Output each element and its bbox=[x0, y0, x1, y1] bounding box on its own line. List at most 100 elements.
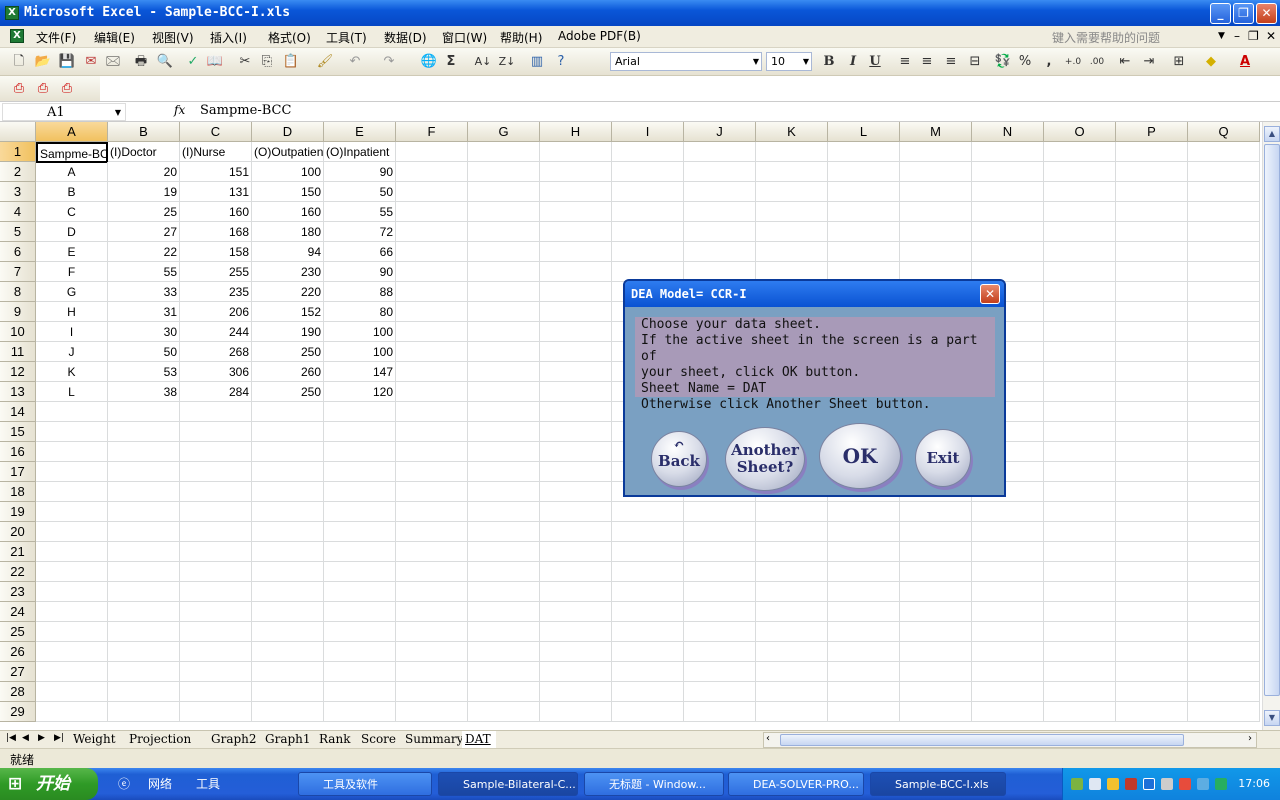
tray-volume-icon[interactable] bbox=[1161, 778, 1173, 790]
cell[interactable] bbox=[180, 642, 252, 662]
cell[interactable]: 100 bbox=[324, 342, 396, 362]
cell[interactable]: E bbox=[36, 242, 108, 262]
menu-tools[interactable]: 工具(T) bbox=[326, 29, 367, 46]
decrease-decimal-icon[interactable]: .00 bbox=[1088, 53, 1106, 71]
convert-pdf-icon[interactable]: ⎙ bbox=[10, 80, 28, 98]
row-header[interactable]: 19 bbox=[0, 502, 36, 522]
cell[interactable] bbox=[108, 522, 180, 542]
copy-icon[interactable]: ⎘ bbox=[258, 53, 276, 71]
cell[interactable] bbox=[828, 162, 900, 182]
cell[interactable]: 90 bbox=[324, 162, 396, 182]
cell[interactable] bbox=[1044, 182, 1116, 202]
cell[interactable] bbox=[684, 682, 756, 702]
cell[interactable]: 306 bbox=[180, 362, 252, 382]
cell[interactable] bbox=[972, 182, 1044, 202]
cell[interactable] bbox=[828, 642, 900, 662]
cell[interactable] bbox=[972, 582, 1044, 602]
cell[interactable] bbox=[756, 242, 828, 262]
cell[interactable] bbox=[1116, 502, 1188, 522]
column-header[interactable]: H bbox=[540, 122, 612, 142]
tray-update-icon[interactable] bbox=[1215, 778, 1227, 790]
sheet-tab-projection[interactable]: Projection bbox=[126, 731, 208, 748]
cell[interactable] bbox=[1188, 482, 1260, 502]
cell[interactable] bbox=[756, 502, 828, 522]
minimize-button[interactable]: _ bbox=[1210, 3, 1231, 24]
cell[interactable] bbox=[396, 662, 468, 682]
cell[interactable] bbox=[972, 502, 1044, 522]
cell[interactable] bbox=[468, 362, 540, 382]
column-header[interactable]: Q bbox=[1188, 122, 1260, 142]
column-header[interactable]: F bbox=[396, 122, 468, 142]
cell[interactable] bbox=[828, 522, 900, 542]
cell[interactable] bbox=[108, 702, 180, 722]
column-header[interactable]: D bbox=[252, 122, 324, 142]
row-header[interactable]: 4 bbox=[0, 202, 36, 222]
menu-adobe-pdf[interactable]: Adobe PDF(B) bbox=[558, 29, 641, 43]
cell[interactable] bbox=[324, 562, 396, 582]
cell[interactable] bbox=[1188, 162, 1260, 182]
help-question-box[interactable]: 键入需要帮助的问题 bbox=[1052, 29, 1160, 46]
sheet-tab-graph2[interactable]: Graph2 bbox=[208, 731, 262, 748]
first-sheet-icon[interactable]: |◀ bbox=[6, 733, 16, 743]
cell[interactable] bbox=[1188, 382, 1260, 402]
excel-icon[interactable]: X bbox=[5, 6, 19, 20]
tray-warning-icon[interactable] bbox=[1107, 778, 1119, 790]
cell[interactable] bbox=[900, 582, 972, 602]
cell[interactable] bbox=[108, 542, 180, 562]
cell[interactable] bbox=[36, 522, 108, 542]
cell[interactable] bbox=[108, 402, 180, 422]
cell[interactable] bbox=[684, 222, 756, 242]
cell[interactable] bbox=[1044, 442, 1116, 462]
cell[interactable] bbox=[540, 522, 612, 542]
cell[interactable] bbox=[1188, 682, 1260, 702]
cell[interactable]: 260 bbox=[252, 362, 324, 382]
comma-button[interactable]: , bbox=[1040, 53, 1058, 71]
row-header[interactable]: 10 bbox=[0, 322, 36, 342]
dialog-close-button[interactable]: ✕ bbox=[980, 284, 1000, 304]
cell[interactable] bbox=[540, 602, 612, 622]
cell[interactable] bbox=[396, 622, 468, 642]
cell[interactable]: 230 bbox=[252, 262, 324, 282]
sheet-tab-rank[interactable]: Rank bbox=[316, 731, 358, 748]
cell[interactable]: 250 bbox=[252, 342, 324, 362]
sort-descending-icon[interactable]: Z↓ bbox=[498, 53, 516, 71]
cell[interactable] bbox=[1188, 622, 1260, 642]
cell[interactable]: 22 bbox=[108, 242, 180, 262]
cell[interactable] bbox=[180, 682, 252, 702]
cell[interactable] bbox=[540, 482, 612, 502]
menu-insert[interactable]: 插入(I) bbox=[210, 29, 247, 46]
cell[interactable] bbox=[900, 562, 972, 582]
cell[interactable] bbox=[1044, 322, 1116, 342]
cell[interactable] bbox=[396, 382, 468, 402]
cell[interactable]: 50 bbox=[108, 342, 180, 362]
cell[interactable] bbox=[396, 602, 468, 622]
tray-app-icon[interactable] bbox=[1071, 778, 1083, 790]
scroll-left-icon[interactable]: ‹ bbox=[766, 733, 770, 744]
cell[interactable] bbox=[972, 662, 1044, 682]
cell[interactable] bbox=[108, 662, 180, 682]
column-header[interactable]: B bbox=[108, 122, 180, 142]
column-header[interactable]: I bbox=[612, 122, 684, 142]
cell[interactable]: 88 bbox=[324, 282, 396, 302]
cell[interactable]: 131 bbox=[180, 182, 252, 202]
cell[interactable] bbox=[252, 482, 324, 502]
autosum-icon[interactable]: Σ bbox=[442, 53, 460, 71]
cell[interactable]: 72 bbox=[324, 222, 396, 242]
cell[interactable] bbox=[1116, 262, 1188, 282]
merge-center-icon[interactable]: ⊟ bbox=[966, 53, 984, 71]
cell[interactable] bbox=[252, 522, 324, 542]
cell[interactable] bbox=[1188, 422, 1260, 442]
cell[interactable]: H bbox=[36, 302, 108, 322]
cell[interactable]: 220 bbox=[252, 282, 324, 302]
cell[interactable] bbox=[324, 522, 396, 542]
cell[interactable] bbox=[468, 442, 540, 462]
cell[interactable] bbox=[252, 602, 324, 622]
cell[interactable]: 20 bbox=[108, 162, 180, 182]
cell[interactable] bbox=[828, 222, 900, 242]
cell[interactable] bbox=[180, 562, 252, 582]
cell[interactable] bbox=[36, 422, 108, 442]
doc-restore-icon[interactable]: ❐ bbox=[1248, 29, 1259, 43]
cell[interactable] bbox=[756, 522, 828, 542]
cell[interactable] bbox=[1188, 642, 1260, 662]
cell[interactable] bbox=[1116, 522, 1188, 542]
